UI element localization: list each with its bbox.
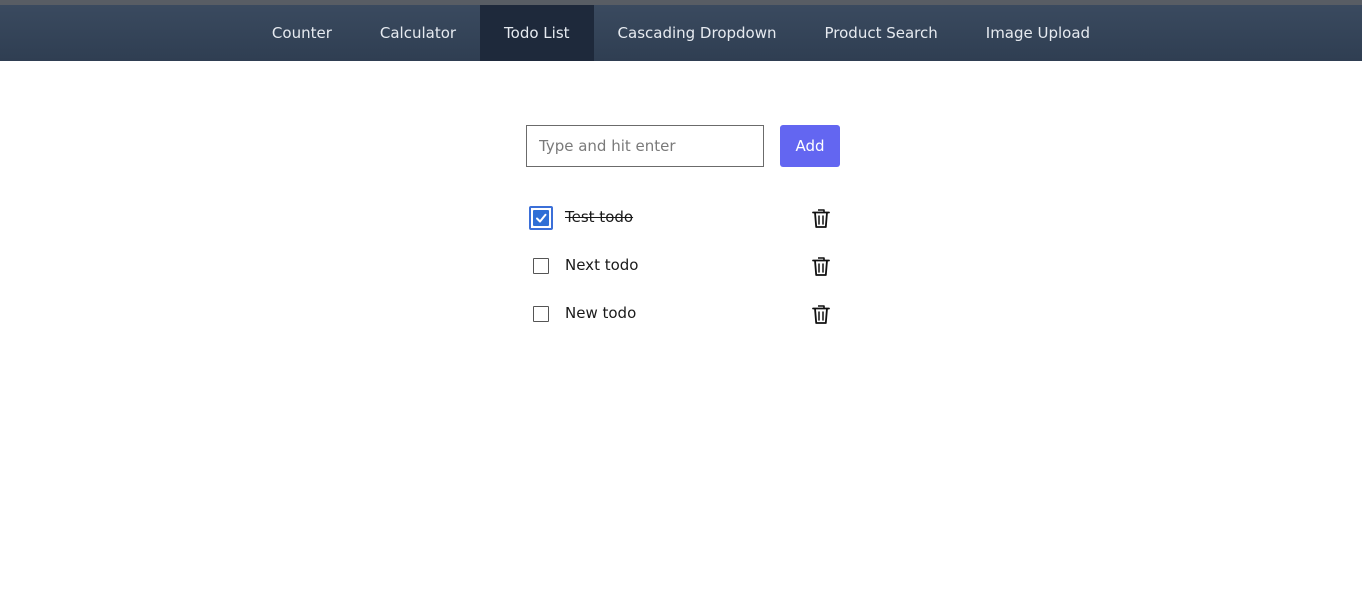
todo-item: New todo [526, 290, 840, 338]
checkmark-icon [533, 210, 549, 226]
todo-checkbox[interactable] [533, 306, 549, 322]
todo-entry-row: Add [526, 125, 840, 167]
tab-image-upload[interactable]: Image Upload [962, 5, 1114, 61]
todo-text: Next todo [565, 256, 639, 274]
todo-text: Test todo [565, 208, 634, 226]
trash-icon[interactable] [810, 255, 832, 277]
tab-cascading-dropdown[interactable]: Cascading Dropdown [594, 5, 801, 61]
todo-list: Test todo Next todo New todo [526, 194, 840, 338]
add-button[interactable]: Add [780, 125, 840, 167]
todo-item: Test todo [526, 194, 840, 242]
todo-item: Next todo [526, 242, 840, 290]
todo-checkbox[interactable] [533, 258, 549, 274]
todo-input[interactable] [526, 125, 764, 167]
tab-counter[interactable]: Counter [248, 5, 356, 61]
todo-checkbox[interactable] [529, 206, 553, 230]
trash-icon[interactable] [810, 303, 832, 325]
tab-todo-list[interactable]: Todo List [480, 5, 594, 61]
tab-product-search[interactable]: Product Search [801, 5, 962, 61]
todo-panel: Add Test todo [526, 125, 840, 338]
top-navigation: Counter Calculator Todo List Cascading D… [0, 5, 1362, 61]
trash-icon[interactable] [810, 207, 832, 229]
todo-text: New todo [565, 304, 637, 322]
tab-calculator[interactable]: Calculator [356, 5, 480, 61]
